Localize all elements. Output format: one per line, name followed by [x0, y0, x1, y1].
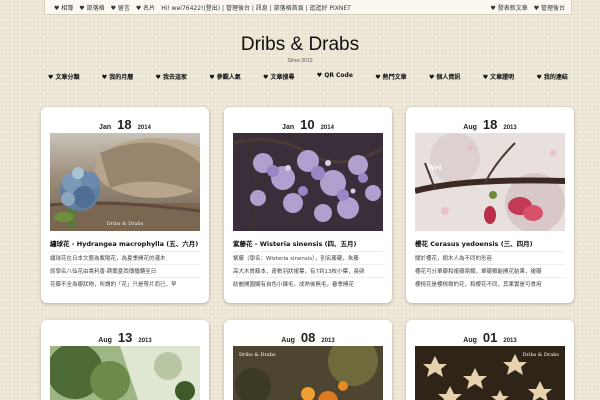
post-photo[interactable]: [50, 346, 200, 400]
post-title[interactable]: 紫藤花 - Wisteria sinensis (四、五月): [233, 238, 383, 248]
post-photo[interactable]: Dribs & Drabs: [233, 346, 383, 400]
photo-watermark: Dribs & Drabs: [522, 352, 559, 358]
post-date: Jan 10 2014: [282, 117, 334, 132]
post-excerpt-line: 原學名八仙花由貴利香‧蒔蘭夏西傳播轉至日: [50, 264, 200, 275]
post-card[interactable]: Aug 18 2013 Wei 櫻花 Cerasus yedoensis (三、四月…: [406, 107, 574, 303]
topbar-link-album[interactable]: ♥ 相簿: [54, 3, 73, 12]
post-card[interactable]: Aug 08 2013 Dribs & Drabs: [224, 320, 392, 400]
post-excerpt-line: 紡麗開園顯有自色小鍊毛，成熟後無毛，春季開花: [233, 277, 383, 288]
post-excerpt-line: 繡球花在日本文藝為紫陽花，為夏季開花的灌木: [50, 251, 200, 262]
top-toolbar: ♥ 相簿 ♥ 部落格 ♥ 留言 ♥ 名片 Hi! wei76422!(登出) |…: [44, 0, 572, 15]
post-excerpt-line: 關於櫻花，樹木人為不同的形容: [415, 251, 565, 262]
post-title[interactable]: 繡球花 - Hydrangea macrophylla (五、六月): [50, 238, 200, 248]
post-date: Aug 01 2013: [463, 330, 517, 345]
post-photo[interactable]: Dribs & Drabs: [415, 346, 565, 400]
nav-item-categories[interactable]: ♥ 文章分類: [48, 72, 79, 81]
photo-watermark: Wei: [427, 163, 442, 172]
nav-item-profile[interactable]: ♥ 個人資訊: [429, 72, 460, 81]
topbar-user-links[interactable]: Hi! wei76422!(登出) | 管理後台 | 訊息 | 部落格首頁 | …: [161, 3, 351, 12]
post-date: Aug 13 2013: [98, 330, 152, 345]
nav-item-hot-posts[interactable]: ♥ 熱門文章: [375, 72, 406, 81]
nav-item-qrcode[interactable]: ♥ QR Code: [317, 72, 353, 81]
nav-item-links[interactable]: ♥ 我的連結: [536, 72, 567, 81]
post-card[interactable]: Jan 10 2014 紫藤花 - Wisteria sinensis (四、五月)…: [224, 107, 392, 303]
post-date: Jan 18 2014: [99, 117, 151, 132]
photo-watermark: Dribs & Drabs: [106, 221, 144, 227]
topbar-link-card[interactable]: ♥ 名片: [136, 3, 155, 12]
post-photo[interactable]: [233, 133, 383, 231]
nav-item-popularity[interactable]: ♥ 參觀人氣: [209, 72, 240, 81]
main-nav: ♥ 文章分類 ♥ 我的月曆 ♥ 我去這家 ♥ 參觀人氣 ♥ 文章搜尋 ♥ QR …: [44, 72, 572, 81]
new-post-link[interactable]: ♥ 發表新文章: [490, 3, 527, 12]
post-excerpt-line: 櫻桃花是櫻桃樹的花，和櫻花不同，其果實是可食用: [415, 277, 565, 288]
post-title[interactable]: 櫻花 Cerasus yedoensis (三、四月): [415, 238, 565, 248]
post-photo[interactable]: Dribs & Drabs: [50, 133, 200, 231]
post-excerpt-line: 紫藤（學名：Wisteria sinensis），別名藤蘿，朱藤: [233, 251, 383, 262]
post-card[interactable]: Aug 13 2013: [41, 320, 209, 400]
admin-link[interactable]: ♥ 管理後台: [534, 3, 565, 12]
nav-item-calendar[interactable]: ♥ 我的月曆: [102, 72, 133, 81]
post-date: Aug 18 2013: [463, 117, 517, 132]
site-header: Dribs & Drabs Since 2013: [0, 34, 600, 64]
post-excerpt-line: 高大木質藤本，奇數羽狀複葉，有7到13枚小葉，長卵: [233, 264, 383, 275]
post-excerpt-line: 花瓣不全為瓣狀物，所謂的「花」只是萼片而已，早: [50, 277, 200, 288]
topbar-link-guestbook[interactable]: ♥ 留言: [111, 3, 130, 12]
topbar-link-blog[interactable]: ♥ 部落格: [79, 3, 104, 12]
photo-watermark: Dribs & Drabs: [239, 352, 276, 358]
post-excerpt-line: 櫻花可分單瓣和複瓣兩類，單瓣類能開花結果，複瓣: [415, 264, 565, 275]
nav-item-visits[interactable]: ♥ 我去這家: [156, 72, 187, 81]
site-since: Since 2013: [287, 58, 313, 64]
post-card[interactable]: Aug 01 2013 Dribs & Drabs: [406, 320, 574, 400]
post-card[interactable]: Jan 18 2014 Dribs & Drabs 繡球花 - Hydrangea …: [41, 107, 209, 303]
post-photo[interactable]: Wei: [415, 133, 565, 231]
site-title[interactable]: Dribs & Drabs: [0, 34, 600, 56]
nav-item-search[interactable]: ♥ 文章搜尋: [263, 72, 294, 81]
post-date: Aug 08 2013: [281, 330, 335, 345]
nav-item-proof[interactable]: ♥ 文章證明: [483, 72, 514, 81]
